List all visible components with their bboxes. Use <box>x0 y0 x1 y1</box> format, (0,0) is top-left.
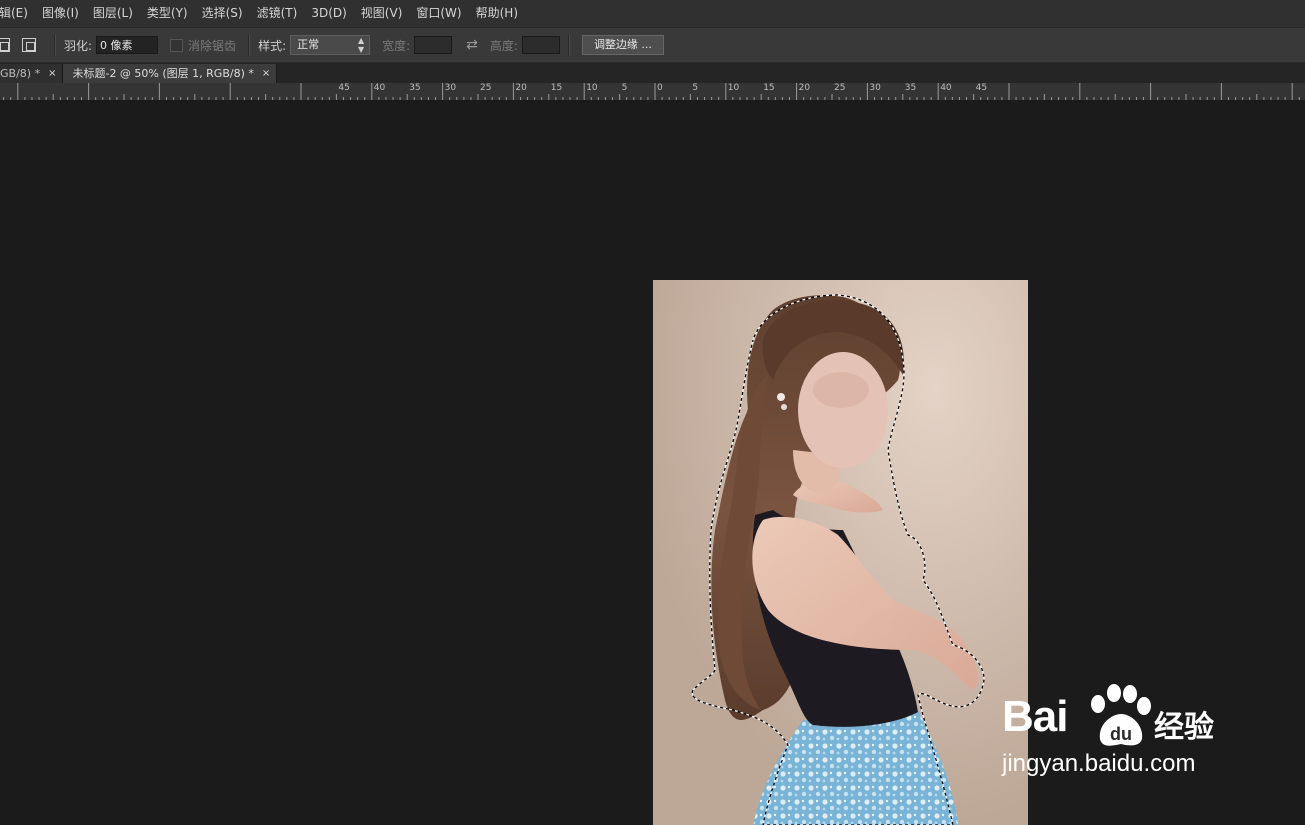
ruler-label: 35 <box>409 83 421 93</box>
ruler-label: 30 <box>444 83 457 93</box>
ruler-label: 25 <box>480 83 492 93</box>
baidu-jingyan-watermark: Bai du 经验 jingyan.baidu.com <box>1002 684 1242 784</box>
ruler-label: 45 <box>975 83 988 93</box>
swap-icon[interactable]: ⇄ <box>466 37 478 53</box>
menu-help[interactable]: 帮助(H) <box>469 0 525 27</box>
paw-logo-icon: du <box>1091 684 1151 746</box>
style-label: 样式: <box>258 38 287 53</box>
separator <box>567 34 570 56</box>
ruler-label: 40 <box>373 83 386 93</box>
ruler-label: 25 <box>834 83 846 93</box>
ruler-label: 30 <box>869 83 881 93</box>
menu-type[interactable]: 类型(Y) <box>140 0 195 27</box>
antialias-checkbox[interactable] <box>170 38 184 52</box>
menu-edit[interactable]: 辑(E) <box>0 0 35 27</box>
menu-view[interactable]: 视图(V) <box>354 0 410 27</box>
tab-active-document[interactable]: 未标题-2 @ 50% (图层 1, RGB/8) * × <box>63 64 278 83</box>
subtract-selection-icon[interactable] <box>0 38 10 52</box>
tab-label: 未标题-2 @ 50% (图层 1, RGB/8) * <box>72 67 254 80</box>
separator <box>248 34 251 56</box>
document-image[interactable] <box>653 280 1028 825</box>
intersect-selection-icon[interactable] <box>22 38 36 52</box>
ruler-ticks <box>3 83 1300 100</box>
menu-filter[interactable]: 滤镜(T) <box>250 0 305 27</box>
ruler-label: 10 <box>727 83 740 93</box>
portrait-photo <box>653 280 1028 825</box>
document-tabs: GB/8) * × 未标题-2 @ 50% (图层 1, RGB/8) * × <box>0 63 1305 83</box>
menu-image[interactable]: 图像(I) <box>35 0 86 27</box>
tab-previous-document[interactable]: GB/8) * × <box>0 64 64 83</box>
select-arrows-icon: ▲ ▼ <box>357 36 365 54</box>
tab-label: GB/8) * <box>0 67 41 80</box>
refine-edge-button[interactable]: 调整边缘 ... <box>581 35 664 55</box>
ruler-label: 45 <box>338 83 350 93</box>
close-icon[interactable]: × <box>48 64 56 83</box>
width-label: 宽度: <box>382 38 411 53</box>
feather-label: 羽化: <box>64 38 93 53</box>
style-select-value: 正常 <box>297 38 320 51</box>
ruler-label: 10 <box>586 83 598 93</box>
width-input[interactable] <box>414 36 453 54</box>
style-select[interactable]: 正常 ▲ ▼ <box>290 35 371 55</box>
menu-bar: 辑(E) 图像(I) 图层(L) 类型(Y) 选择(S) 滤镜(T) 3D(D)… <box>0 0 1305 28</box>
ruler-label: 35 <box>904 83 917 93</box>
watermark-brand: Bai <box>1002 692 1068 741</box>
ruler-label: 20 <box>798 83 811 93</box>
menu-layer[interactable]: 图层(L) <box>86 0 140 27</box>
ruler-label: 0 <box>657 83 663 93</box>
svg-text:du: du <box>1110 724 1132 744</box>
ruler-label: 20 <box>515 83 527 93</box>
horizontal-ruler[interactable]: 45 40 35 30 25 20 15 10 5 0 5 10 15 20 25 30 35 40 45 <box>0 83 1305 101</box>
ruler-label: 5 <box>692 83 699 93</box>
watermark-url: jingyan.baidu.com <box>1002 750 1196 777</box>
ruler-label: 15 <box>550 83 563 93</box>
menu-3d[interactable]: 3D(D) <box>304 0 353 27</box>
menu-window[interactable]: 窗口(W) <box>409 0 468 27</box>
feather-input[interactable]: 0 像素 <box>96 36 159 54</box>
height-input[interactable] <box>521 36 560 54</box>
ruler-label: 5 <box>621 83 628 93</box>
menu-select[interactable]: 选择(S) <box>195 0 250 27</box>
ruler-label: 40 <box>940 83 952 93</box>
watermark-brand-cn: 经验 <box>1154 710 1214 745</box>
close-icon[interactable]: × <box>262 64 270 83</box>
separator <box>54 34 56 56</box>
options-bar: 羽化: 0 像素 消除锯齿 样式: 正常 ▲ ▼ 宽度: ⇄ 高度: 调整边缘 .… <box>0 28 1305 63</box>
antialias-label: 消除锯齿 <box>188 38 237 53</box>
height-label: 高度: <box>489 38 518 53</box>
ruler-label: 15 <box>763 83 775 93</box>
